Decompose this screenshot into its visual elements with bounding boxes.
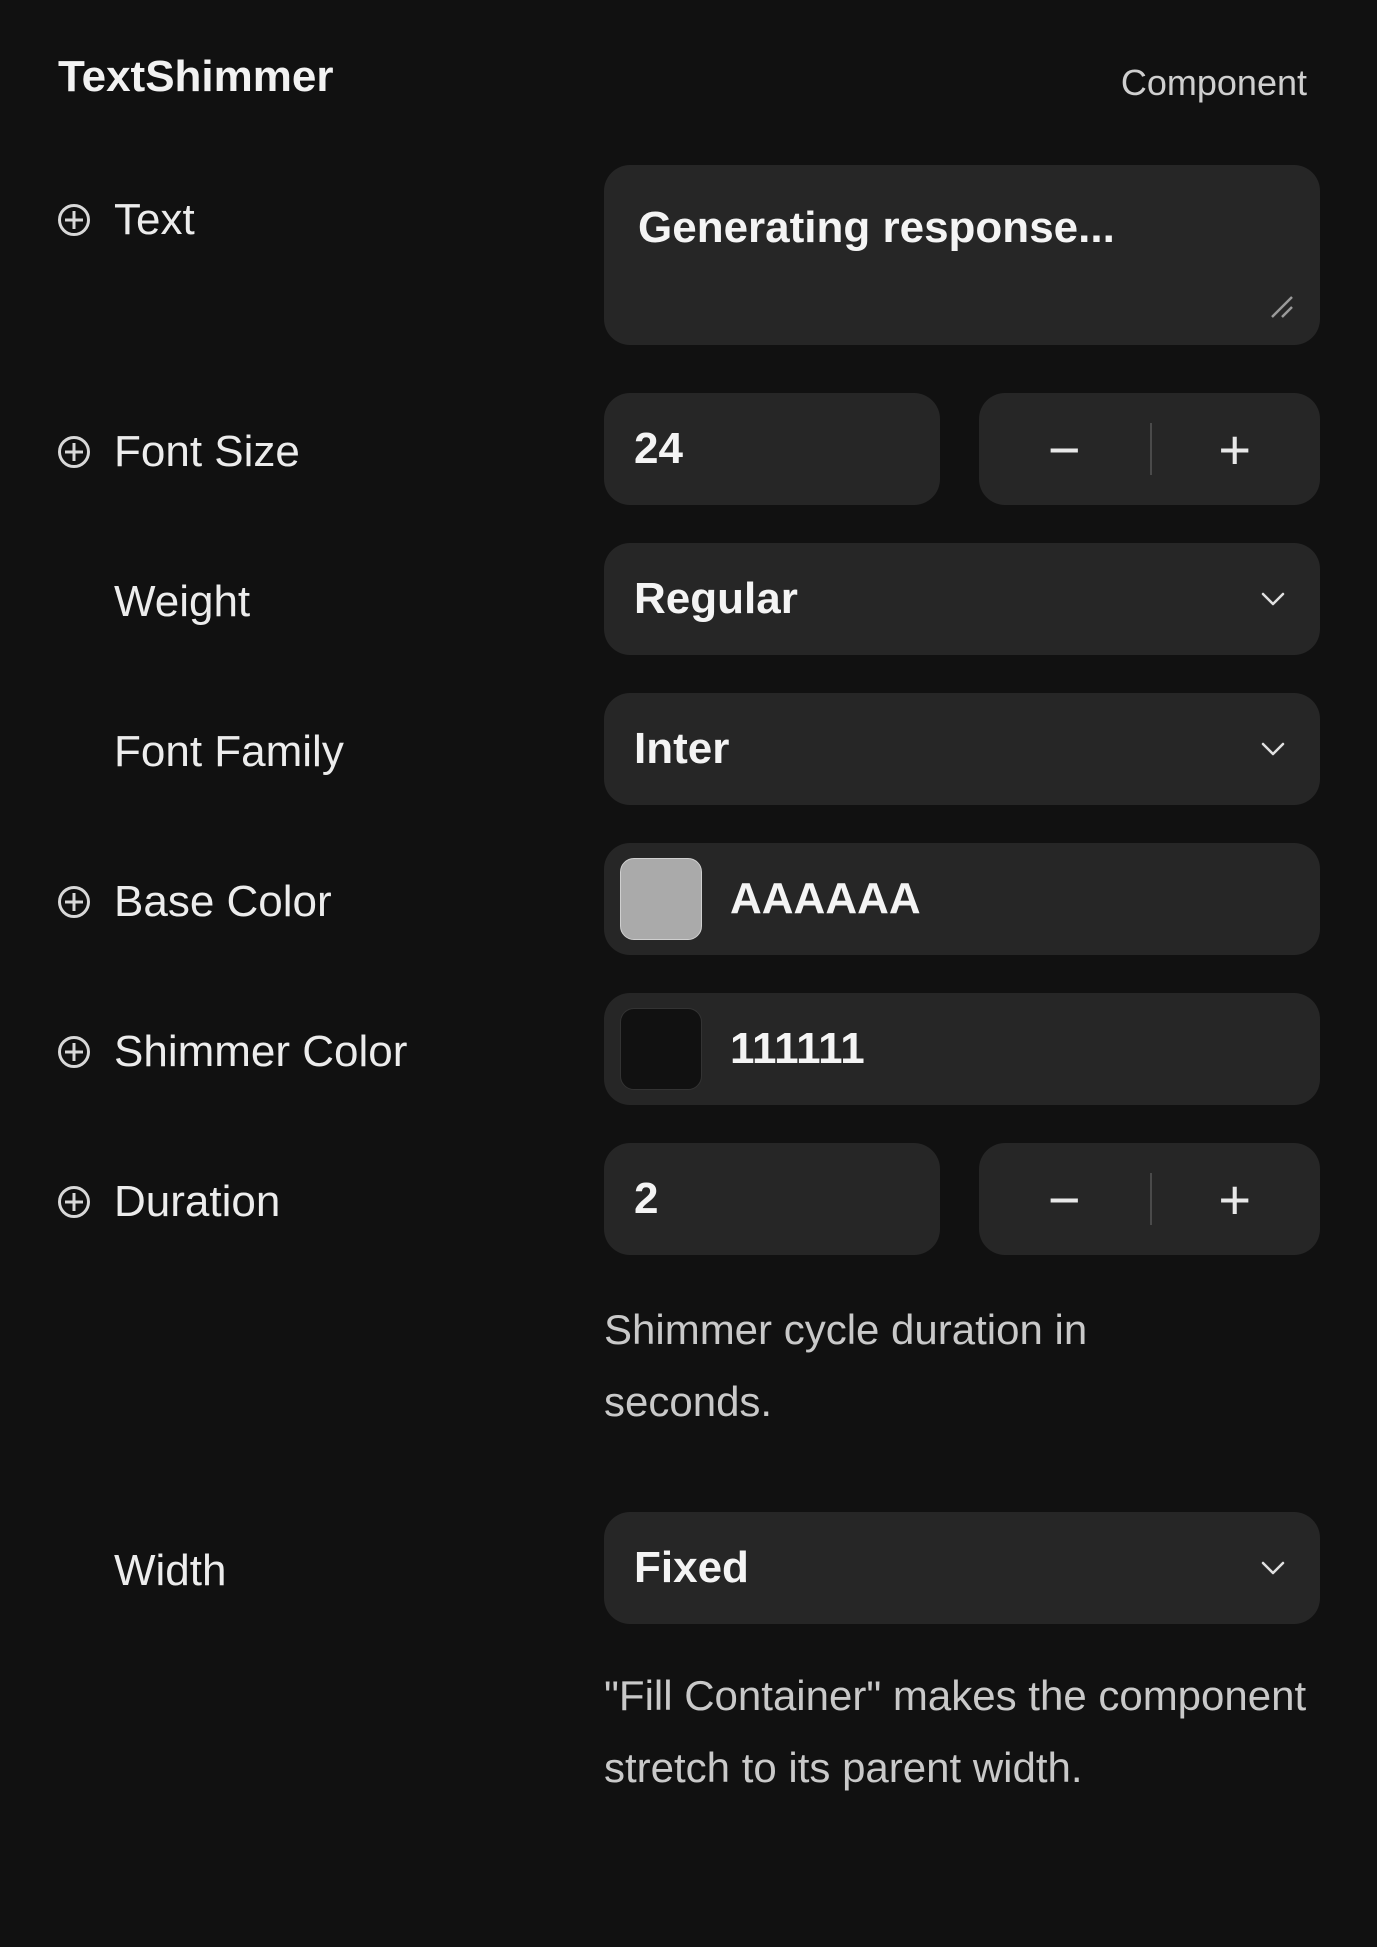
font-family-value: Inter — [634, 724, 730, 773]
text-textarea[interactable]: Generating response... — [604, 165, 1320, 345]
font-size-stepper: − + — [979, 393, 1320, 505]
property-row-base-color: Base Color AAAAAA — [0, 843, 1377, 955]
property-label-font-family: Font Family — [114, 727, 344, 776]
property-label-shimmer-color: Shimmer Color — [114, 1027, 408, 1076]
component-subtitle: Component — [1120, 62, 1307, 103]
property-row-font-size: Font Size 24 − + — [0, 393, 1377, 505]
chevron-down-icon — [1261, 1561, 1285, 1575]
width-help-text: "Fill Container" makes the component str… — [604, 1672, 1307, 1791]
property-label-wrap: Shimmer Color — [58, 1027, 407, 1077]
plus-circle-icon[interactable] — [58, 204, 90, 236]
plus-circle-icon[interactable] — [58, 436, 90, 468]
property-row-text: Text Generating response... — [0, 165, 1377, 345]
base-color-input[interactable]: AAAAAA — [604, 843, 1320, 955]
font-size-input[interactable]: 24 — [604, 393, 940, 505]
property-row-duration: Duration 2 − + — [0, 1143, 1377, 1255]
property-label-duration: Duration — [114, 1177, 281, 1226]
property-row-font-family: Font Family Inter — [0, 693, 1377, 805]
property-row-weight: Weight Regular — [0, 543, 1377, 655]
width-value: Fixed — [634, 1543, 749, 1592]
duration-stepper: − + — [979, 1143, 1320, 1255]
property-label-wrap: Base Color — [58, 877, 332, 927]
property-label-wrap: Width — [58, 1546, 226, 1596]
base-color-value[interactable]: AAAAAA — [730, 874, 921, 924]
decrement-button[interactable]: − — [979, 1143, 1150, 1255]
plus-circle-icon[interactable] — [58, 1036, 90, 1068]
chevron-down-icon — [1261, 742, 1285, 756]
resize-handle-icon[interactable] — [1268, 293, 1294, 319]
property-label-wrap: Font Size — [58, 427, 300, 477]
shimmer-color-input[interactable]: 111111 — [604, 993, 1320, 1105]
plus-circle-icon[interactable] — [58, 886, 90, 918]
increment-button[interactable]: + — [1150, 1143, 1321, 1255]
property-label-weight: Weight — [114, 577, 251, 626]
plus-circle-icon[interactable] — [58, 1186, 90, 1218]
component-title: TextShimmer — [58, 52, 334, 101]
property-label-font-size: Font Size — [114, 427, 300, 476]
increment-button[interactable]: + — [1150, 393, 1321, 505]
weight-value: Regular — [634, 574, 798, 623]
property-row-width: Width Fixed — [0, 1512, 1377, 1624]
property-label-wrap: Text — [58, 195, 195, 245]
font-family-select[interactable]: Inter — [604, 693, 1320, 805]
property-label-base-color: Base Color — [114, 877, 332, 926]
width-select[interactable]: Fixed — [604, 1512, 1320, 1624]
property-label-wrap: Font Family — [58, 727, 344, 777]
base-color-swatch[interactable] — [620, 858, 702, 940]
property-label-text: Text — [114, 195, 195, 244]
font-size-value[interactable]: 24 — [634, 424, 683, 474]
property-label-wrap: Duration — [58, 1177, 280, 1227]
property-label-width: Width — [114, 1546, 227, 1595]
duration-input[interactable]: 2 — [604, 1143, 940, 1255]
properties-panel: TextShimmer Component Text Generating re… — [0, 0, 1377, 1947]
property-label-wrap: Weight — [58, 577, 250, 627]
duration-value[interactable]: 2 — [634, 1174, 658, 1224]
weight-select[interactable]: Regular — [604, 543, 1320, 655]
shimmer-color-swatch[interactable] — [620, 1008, 702, 1090]
shimmer-color-value[interactable]: 111111 — [730, 1024, 865, 1074]
panel-header: TextShimmer Component — [58, 48, 1307, 108]
duration-help-text: Shimmer cycle duration in seconds. — [604, 1306, 1088, 1425]
property-row-shimmer-color: Shimmer Color 111111 — [0, 993, 1377, 1105]
text-value[interactable]: Generating response... — [638, 203, 1115, 253]
decrement-button[interactable]: − — [979, 393, 1150, 505]
chevron-down-icon — [1261, 592, 1285, 606]
